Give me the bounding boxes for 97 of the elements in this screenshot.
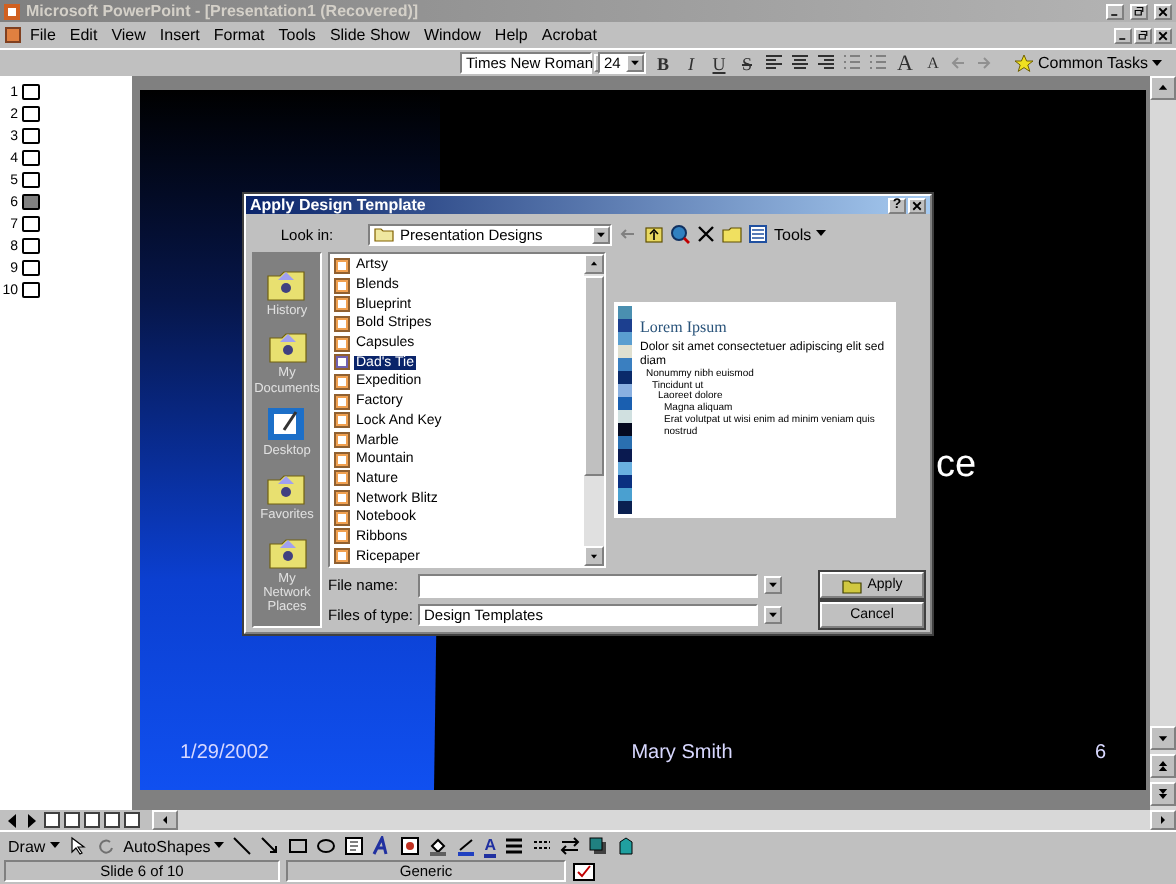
menu-item[interactable]: Window: [417, 26, 487, 44]
tools-menu-button[interactable]: Tools: [774, 225, 826, 243]
menu-item[interactable]: Insert: [153, 26, 206, 44]
minimize-icon[interactable]: [1114, 27, 1132, 43]
menu-item[interactable]: Tools: [272, 26, 322, 44]
star-icon: [1014, 53, 1034, 73]
document-icon: [4, 26, 22, 44]
scroll-down-icon[interactable]: [584, 546, 604, 566]
desktop-icon: [266, 406, 307, 443]
restore-icon[interactable]: [1134, 27, 1152, 43]
format-button[interactable]: I: [680, 52, 702, 74]
slide-icon[interactable]: [22, 172, 40, 188]
menu-item[interactable]: Edit: [63, 26, 104, 44]
dropdown-arrow-icon: [764, 576, 782, 594]
rectangle-icon[interactable]: [288, 836, 309, 856]
scroll-left-icon[interactable]: [4, 811, 20, 829]
file-name-field[interactable]: [418, 573, 758, 597]
align-icon[interactable]: [816, 54, 836, 72]
scroll-thumb[interactable]: [584, 276, 604, 476]
pointer-icon[interactable]: [67, 836, 88, 856]
3d-icon[interactable]: [616, 836, 637, 856]
fill-color-icon[interactable]: [428, 836, 449, 856]
scroll-right-icon[interactable]: [1150, 810, 1176, 830]
slide-icon[interactable]: [22, 106, 40, 122]
slide-icon[interactable]: [22, 238, 40, 254]
close-icon[interactable]: [1154, 27, 1172, 43]
close-icon[interactable]: [908, 197, 926, 213]
folder-icon: [266, 265, 307, 302]
minimize-icon[interactable]: [1106, 3, 1124, 19]
preview-title: Lorem Ipsum: [640, 318, 729, 336]
restore-icon[interactable]: [1130, 3, 1148, 19]
dropdown-arrow-icon: [626, 54, 644, 72]
search-web-icon[interactable]: [670, 224, 690, 244]
folder-icon: [267, 533, 307, 570]
delete-icon[interactable]: [696, 224, 716, 244]
arrow-icon[interactable]: [260, 836, 281, 856]
slide-date: 1/29/2002: [180, 742, 269, 764]
scroll-up-icon[interactable]: [584, 254, 604, 274]
spelling-icon: [572, 860, 596, 882]
folder-icon: [266, 470, 307, 507]
format-button[interactable]: B: [652, 52, 674, 74]
line-icon[interactable]: [232, 836, 253, 856]
font-size-button[interactable]: A: [922, 52, 944, 74]
align-icon[interactable]: [764, 54, 784, 72]
next-slide-icon[interactable]: [1150, 782, 1176, 806]
dropdown-arrow-icon: [1151, 59, 1162, 67]
previous-slide-icon[interactable]: [1150, 754, 1176, 778]
menu-item[interactable]: Slide Show: [323, 26, 416, 44]
template-icon: [841, 577, 862, 593]
slide-author: Mary Smith: [631, 742, 733, 764]
arrow-style-icon[interactable]: [560, 836, 581, 856]
wordart-icon[interactable]: [372, 836, 393, 856]
slide-icon[interactable]: [22, 216, 40, 232]
slide-icon[interactable]: [22, 128, 40, 144]
scroll-up-icon[interactable]: [1150, 76, 1176, 100]
menu-item[interactable]: Help: [488, 26, 534, 44]
dropdown-arrow-icon: [764, 606, 782, 624]
dropdown-arrow-icon: [214, 842, 225, 850]
scroll-down-icon[interactable]: [1150, 726, 1176, 750]
clip-art-icon[interactable]: [400, 836, 421, 856]
autoshapes-menu-button[interactable]: AutoShapes: [123, 837, 225, 855]
window-title: Microsoft PowerPoint - [Presentation1 (Recovered)]: [26, 2, 421, 20]
dropdown-arrow-icon: [49, 842, 60, 850]
slide-icon[interactable]: [22, 282, 40, 298]
folder-icon: [267, 328, 307, 365]
dropdown-arrow-icon: [815, 230, 826, 238]
oval-icon[interactable]: [316, 836, 337, 856]
slide-icon[interactable]: [22, 260, 40, 276]
text-box-icon[interactable]: [344, 836, 365, 856]
scroll-right-icon[interactable]: [24, 811, 40, 829]
align-icon[interactable]: [790, 54, 810, 72]
dropdown-arrow-icon: [592, 225, 610, 243]
font-color-button[interactable]: A: [484, 835, 497, 857]
scroll-left-icon[interactable]: [152, 810, 178, 830]
dialog-title: Apply Design Template: [250, 196, 428, 214]
common-tasks-button[interactable]: Common Tasks: [1014, 53, 1162, 73]
close-icon[interactable]: [1154, 3, 1172, 19]
rotate-icon[interactable]: [95, 836, 116, 856]
slide-title-text: ce: [936, 444, 977, 488]
folder-icon: [374, 226, 394, 242]
format-button[interactable]: S: [736, 52, 758, 74]
views-icon[interactable]: [748, 224, 768, 244]
app-icon: [4, 3, 20, 19]
up-folder-icon[interactable]: [644, 224, 664, 244]
font-size-button[interactable]: A: [894, 52, 916, 74]
menu-item[interactable]: View: [105, 26, 152, 44]
menu-item[interactable]: File: [24, 26, 62, 44]
slide-icon[interactable]: [22, 150, 40, 166]
menu-item[interactable]: Acrobat: [535, 26, 603, 44]
slide-icon[interactable]: [22, 84, 40, 100]
line-color-icon[interactable]: [456, 836, 477, 856]
format-button[interactable]: U: [708, 52, 730, 74]
menu-item[interactable]: Format: [207, 26, 271, 44]
slide-number: 6: [1094, 742, 1106, 764]
shadow-icon[interactable]: [588, 836, 609, 856]
draw-menu-button[interactable]: Draw: [8, 837, 60, 855]
line-style-icon[interactable]: [504, 836, 525, 856]
